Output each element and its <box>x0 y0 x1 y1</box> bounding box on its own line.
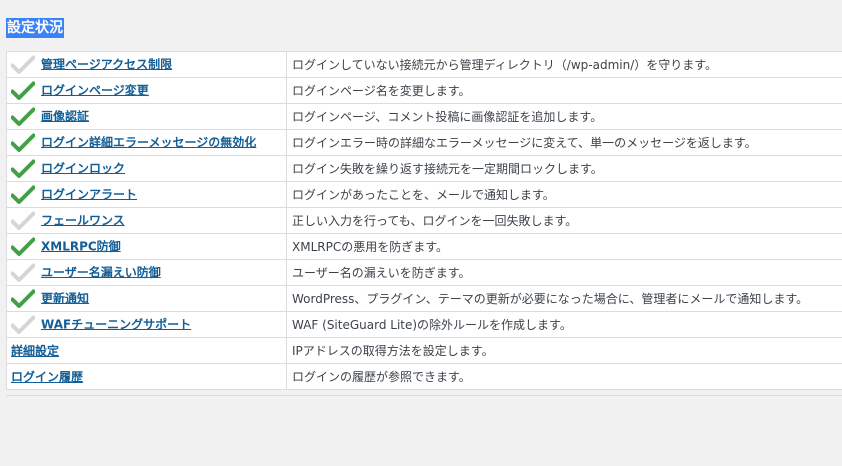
settings-row: ログイン履歴 ログインの履歴が参照できます。 <box>6 363 842 390</box>
check-icon-inactive <box>11 55 35 75</box>
feature-row: ログイン詳細エラーメッセージの無効化 ログインエラー時の詳細なエラーメッセージに変… <box>6 129 842 156</box>
check-icon-active <box>11 185 35 205</box>
status-table-body: 管理ページアクセス制限 ログインしていない接続元から管理ディレクトリ（/wp-ad… <box>6 51 842 390</box>
feature-link[interactable]: フェールワンス <box>41 213 125 227</box>
feature-link[interactable]: ユーザー名漏えい防御 <box>41 265 161 279</box>
feature-name-cell: ユーザー名漏えい防御 <box>6 259 287 286</box>
settings-name-cell: 詳細設定 <box>6 337 287 364</box>
check-icon-active <box>11 133 35 153</box>
feature-name-cell: XMLRPC防御 <box>6 233 287 260</box>
check-icon-inactive <box>11 211 35 231</box>
feature-name-cell: ログイン詳細エラーメッセージの無効化 <box>6 129 287 156</box>
settings-row: 詳細設定 IPアドレスの取得方法を設定します。 <box>6 337 842 364</box>
check-icon-active <box>11 107 35 127</box>
feature-name-cell: 更新通知 <box>6 285 287 312</box>
feature-description: ログインエラー時の詳細なエラーメッセージに変えて、単一のメッセージを返します。 <box>286 129 842 156</box>
feature-row: WAFチューニングサポート WAF (SiteGuard Lite)の除外ルールを… <box>6 311 842 338</box>
settings-description: ログインの履歴が参照できます。 <box>286 363 842 390</box>
feature-name-cell: 画像認証 <box>6 103 287 130</box>
feature-link[interactable]: XMLRPC防御 <box>41 239 121 253</box>
check-icon-inactive <box>11 263 35 283</box>
feature-link[interactable]: WAFチューニングサポート <box>41 317 191 331</box>
table-bottom-divider <box>6 395 842 396</box>
feature-row: ユーザー名漏えい防御 ユーザー名の漏えいを防ぎます。 <box>6 259 842 286</box>
feature-description: ログインがあったことを、メールで通知します。 <box>286 181 842 208</box>
check-icon-active <box>11 237 35 257</box>
settings-name-cell: ログイン履歴 <box>6 363 287 390</box>
feature-description: ログイン失敗を繰り返す接続元を一定期間ロックします。 <box>286 155 842 182</box>
feature-description: ログインページ、コメント投稿に画像認証を追加します。 <box>286 103 842 130</box>
feature-link[interactable]: 画像認証 <box>41 109 89 123</box>
status-table: 管理ページアクセス制限 ログインしていない接続元から管理ディレクトリ（/wp-ad… <box>6 51 842 390</box>
feature-description: ログインしていない接続元から管理ディレクトリ（/wp-admin/）を守ります。 <box>286 51 842 78</box>
feature-row: 画像認証 ログインページ、コメント投稿に画像認証を追加します。 <box>6 103 842 130</box>
feature-link[interactable]: ログイン詳細エラーメッセージの無効化 <box>41 135 256 149</box>
feature-link[interactable]: 更新通知 <box>41 291 89 305</box>
feature-row: ログインロック ログイン失敗を繰り返す接続元を一定期間ロックします。 <box>6 155 842 182</box>
feature-description: WAF (SiteGuard Lite)の除外ルールを作成します。 <box>286 311 842 338</box>
feature-row: XMLRPC防御 XMLRPCの悪用を防ぎます。 <box>6 233 842 260</box>
page-title: 設定状況 <box>6 18 64 38</box>
feature-name-cell: ログインページ変更 <box>6 77 287 104</box>
feature-name-cell: フェールワンス <box>6 207 287 234</box>
settings-link[interactable]: 詳細設定 <box>11 344 59 358</box>
feature-row: フェールワンス 正しい入力を行っても、ログインを一回失敗します。 <box>6 207 842 234</box>
settings-description: IPアドレスの取得方法を設定します。 <box>286 337 842 364</box>
check-icon-active <box>11 159 35 179</box>
feature-description: WordPress、プラグイン、テーマの更新が必要になった場合に、管理者にメール… <box>286 285 842 312</box>
check-icon-active <box>11 289 35 309</box>
feature-name-cell: WAFチューニングサポート <box>6 311 287 338</box>
feature-name-cell: 管理ページアクセス制限 <box>6 51 287 78</box>
feature-row: ログインアラート ログインがあったことを、メールで通知します。 <box>6 181 842 208</box>
feature-row: 更新通知 WordPress、プラグイン、テーマの更新が必要になった場合に、管理者… <box>6 285 842 312</box>
check-icon-inactive <box>11 315 35 335</box>
check-icon-active <box>11 81 35 101</box>
feature-description: ログインページ名を変更します。 <box>286 77 842 104</box>
feature-link[interactable]: 管理ページアクセス制限 <box>41 57 172 71</box>
feature-description: 正しい入力を行っても、ログインを一回失敗します。 <box>286 207 842 234</box>
feature-name-cell: ログインロック <box>6 155 287 182</box>
feature-link[interactable]: ログインアラート <box>41 187 137 201</box>
feature-description: XMLRPCの悪用を防ぎます。 <box>286 233 842 260</box>
feature-row: ログインページ変更 ログインページ名を変更します。 <box>6 77 842 104</box>
feature-link[interactable]: ログインページ変更 <box>41 83 149 97</box>
feature-description: ユーザー名の漏えいを防ぎます。 <box>286 259 842 286</box>
settings-link[interactable]: ログイン履歴 <box>11 370 83 384</box>
feature-row: 管理ページアクセス制限 ログインしていない接続元から管理ディレクトリ（/wp-ad… <box>6 51 842 78</box>
feature-name-cell: ログインアラート <box>6 181 287 208</box>
feature-link[interactable]: ログインロック <box>41 161 125 175</box>
